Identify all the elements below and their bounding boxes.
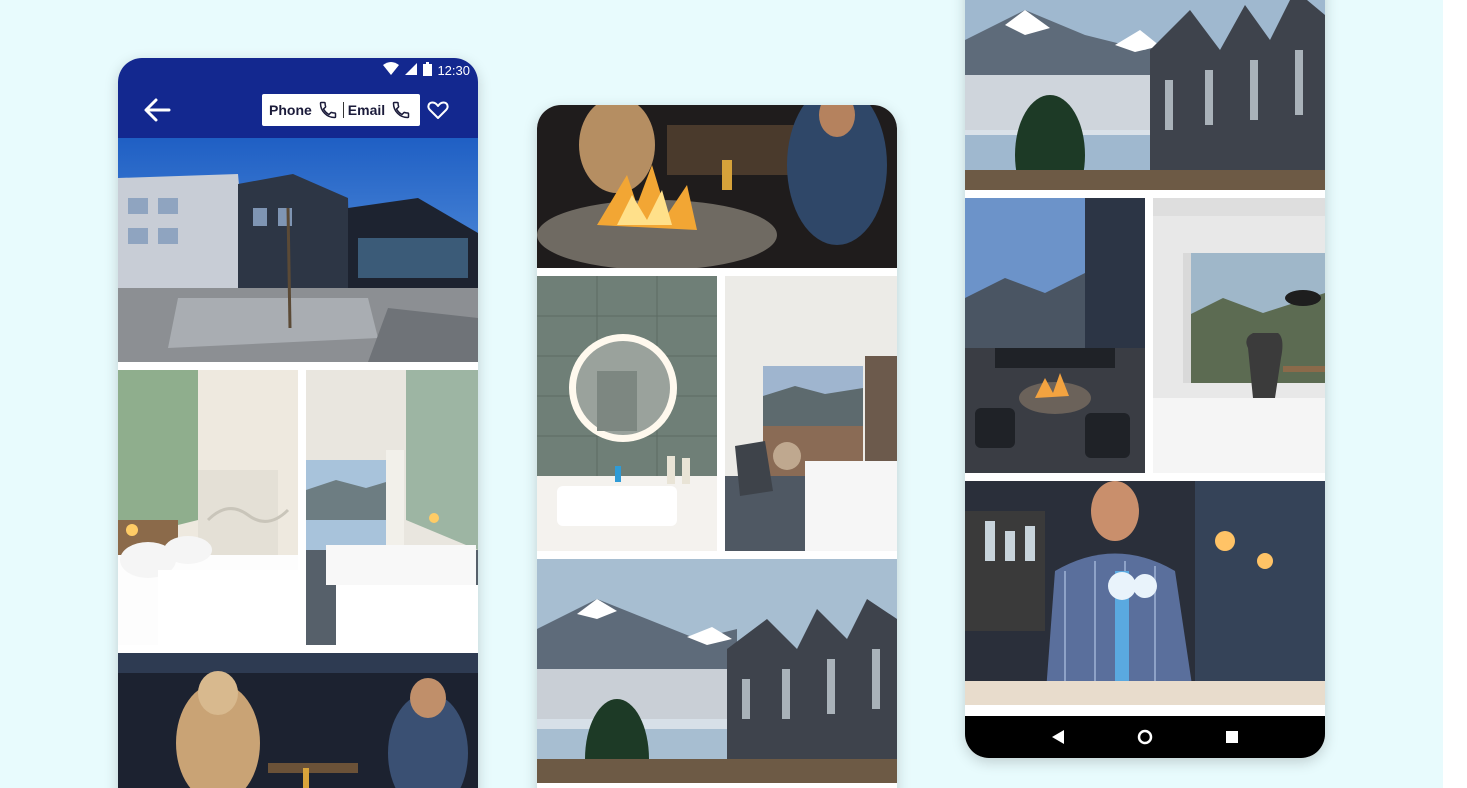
contact-options: Phone Email [262, 94, 420, 126]
phone-screen-gallery-top: 12:30 Phone Email [118, 58, 478, 788]
heart-outline-icon [427, 101, 449, 119]
divider [342, 102, 344, 118]
phone-screen-gallery-middle [537, 105, 897, 788]
firepit-lounge-photo[interactable] [537, 105, 897, 268]
hotel-room-window-photo[interactable] [306, 370, 478, 645]
triangle-back-icon [1052, 730, 1065, 744]
terrace-firepit-photo[interactable] [965, 198, 1145, 473]
page-edge [1443, 0, 1467, 788]
lounge-couple-photo[interactable] [118, 653, 478, 788]
system-nav-bar [965, 716, 1325, 758]
status-bar: 12:30 [118, 58, 478, 82]
mountain-view-photo[interactable] [965, 0, 1325, 190]
nav-recents-button[interactable] [1220, 725, 1244, 749]
hotel-room-photo[interactable] [118, 370, 298, 645]
email-label: Email [347, 102, 386, 118]
favorite-button[interactable] [426, 98, 450, 122]
phone-icon [319, 101, 337, 119]
nav-back-button[interactable] [1046, 725, 1070, 749]
back-button[interactable] [142, 96, 172, 124]
arrow-left-icon [144, 98, 171, 122]
signal-icon [404, 62, 418, 79]
battery-icon [423, 61, 433, 79]
circle-home-icon [1137, 729, 1153, 745]
phone-screen-gallery-bottom [965, 0, 1325, 758]
phone-label: Phone [269, 102, 312, 118]
nav-home-button[interactable] [1133, 725, 1157, 749]
wifi-icon [383, 61, 400, 79]
square-recents-icon [1225, 731, 1238, 743]
bartender-photo[interactable] [965, 481, 1325, 705]
room-armchair-photo[interactable] [725, 276, 897, 551]
phone-button[interactable]: Phone [269, 100, 338, 120]
email-button[interactable]: Email [348, 100, 411, 120]
hotel-exterior-photo[interactable] [118, 138, 478, 362]
mountain-view-photo[interactable] [537, 559, 897, 783]
room-window-chair-photo[interactable] [1153, 198, 1325, 473]
bathroom-mirror-photo[interactable] [537, 276, 717, 551]
status-time: 12:30 [437, 62, 470, 78]
phone-icon [392, 101, 410, 119]
app-bar: Phone Email [118, 82, 478, 138]
